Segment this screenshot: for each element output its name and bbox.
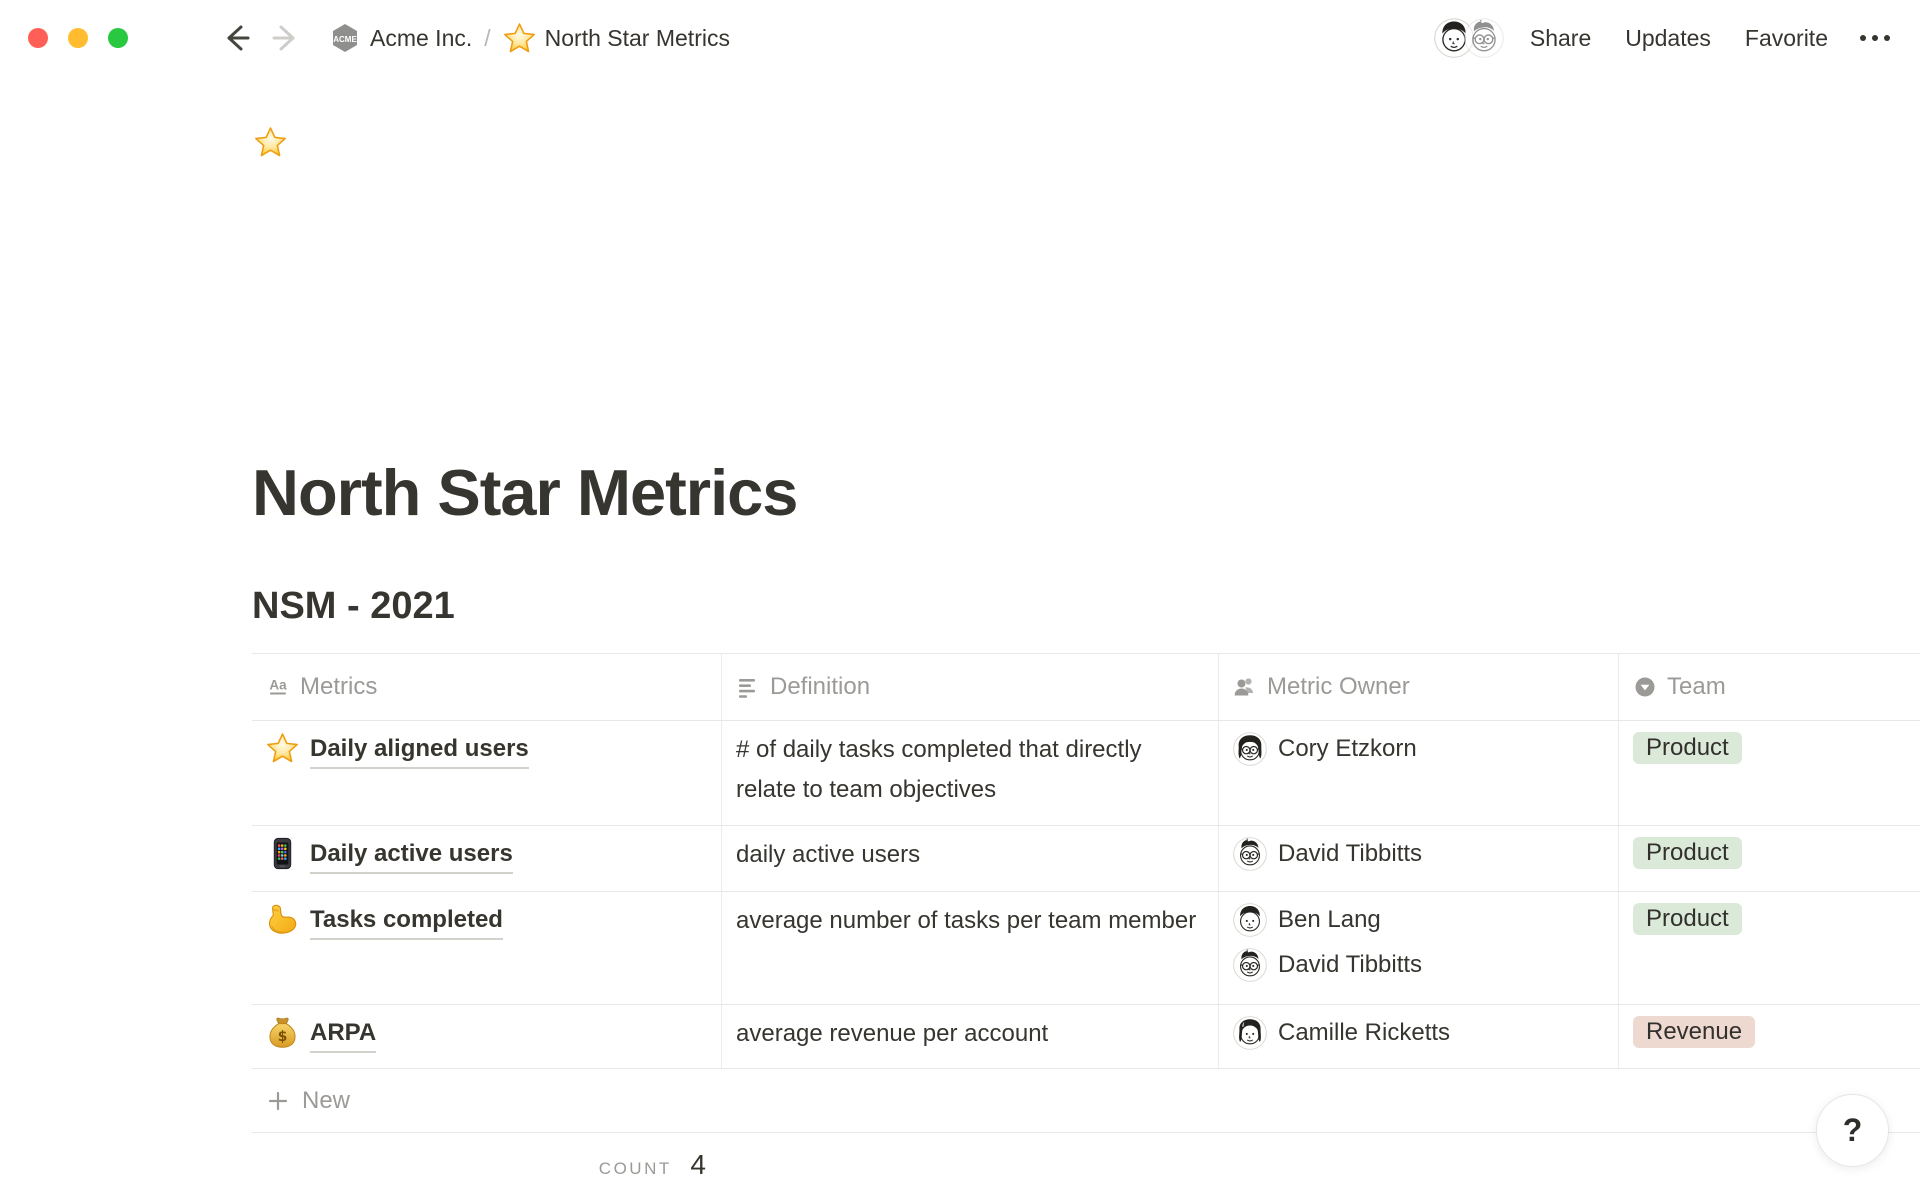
help-button[interactable]: ?: [1816, 1094, 1889, 1167]
svg-text:$: $: [278, 1029, 288, 1045]
definition-cell[interactable]: average revenue per account: [722, 1005, 1219, 1068]
window-topbar: ACME Acme Inc. / North Star Metrics: [0, 0, 1920, 76]
breadcrumb-separator: /: [484, 25, 490, 52]
owner-avatar: [1233, 732, 1267, 766]
owner-avatar: [1233, 903, 1267, 937]
minimize-window-button[interactable]: [68, 28, 88, 48]
owner-chip[interactable]: Camille Ricketts: [1233, 1016, 1604, 1050]
column-header-metrics[interactable]: Aa Metrics: [252, 654, 722, 720]
svg-text:ACME: ACME: [333, 35, 357, 44]
new-row-label: New: [302, 1087, 350, 1115]
definition-cell[interactable]: # of daily tasks completed that directly…: [722, 721, 1219, 825]
owner-chip[interactable]: Ben Lang: [1233, 903, 1604, 937]
metrics-table: Aa Metrics Definition Metric Owner Team …: [252, 653, 1920, 1181]
metric-cell: Daily aligned users: [252, 721, 722, 825]
team-tag[interactable]: Product: [1633, 837, 1742, 869]
team-cell: Revenue: [1619, 1005, 1920, 1068]
breadcrumb-page[interactable]: North Star Metrics: [545, 25, 730, 52]
count-value: 4: [690, 1149, 706, 1180]
team-tag[interactable]: Product: [1633, 903, 1742, 935]
owner-name: David Tibbitts: [1278, 840, 1422, 868]
metric-page-link[interactable]: Daily active users: [310, 837, 513, 874]
owner-avatar: [1233, 1016, 1267, 1050]
table-row: Daily active users daily active users Da…: [252, 826, 1920, 892]
owner-avatar: [1233, 948, 1267, 982]
owner-cell: David Tibbitts: [1219, 826, 1619, 891]
flexed-biceps-emoji: [266, 903, 299, 936]
close-window-button[interactable]: [28, 28, 48, 48]
person-property-icon: [1233, 675, 1257, 699]
metric-page-link[interactable]: Tasks completed: [310, 903, 503, 940]
title-property-icon: Aa: [266, 675, 290, 699]
definition-cell[interactable]: daily active users: [722, 826, 1219, 891]
team-tag[interactable]: Revenue: [1633, 1016, 1755, 1048]
share-button[interactable]: Share: [1530, 25, 1591, 52]
column-header-metric-owner[interactable]: Metric Owner: [1219, 654, 1619, 720]
page-star-icon: [503, 22, 536, 55]
section-heading[interactable]: NSM - 2021: [252, 585, 455, 628]
column-label: Team: [1667, 673, 1726, 701]
owner-cell: Camille Ricketts: [1219, 1005, 1619, 1068]
collaborator-avatars: [1434, 18, 1504, 58]
owner-avatar: [1233, 837, 1267, 871]
back-arrow-icon[interactable]: [220, 21, 254, 55]
more-options-icon[interactable]: [1860, 35, 1890, 41]
forward-arrow-icon[interactable]: [268, 21, 302, 55]
column-header-definition[interactable]: Definition: [722, 654, 1219, 720]
count-label: COUNT: [599, 1159, 672, 1178]
owner-chip[interactable]: David Tibbitts: [1233, 837, 1604, 871]
updates-button[interactable]: Updates: [1625, 25, 1711, 52]
definition-cell[interactable]: average number of tasks per team member: [722, 892, 1219, 1004]
team-tag[interactable]: Product: [1633, 732, 1742, 764]
table-row: $ ARPA average revenue per account Camil…: [252, 1005, 1920, 1069]
owner-chip[interactable]: Cory Etzkorn: [1233, 732, 1604, 766]
column-label: Definition: [770, 673, 870, 701]
money-bag-emoji: $: [266, 1016, 299, 1049]
table-row: Tasks completed average number of tasks …: [252, 892, 1920, 1005]
table-row: Daily aligned users # of daily tasks com…: [252, 721, 1920, 826]
acme-logo-icon: ACME: [330, 23, 360, 53]
text-property-icon: [736, 675, 760, 699]
collaborator-avatar-2[interactable]: [1464, 18, 1504, 58]
column-header-team[interactable]: Team: [1619, 654, 1920, 720]
metric-cell: Tasks completed: [252, 892, 722, 1004]
owner-name: Cory Etzkorn: [1278, 735, 1417, 763]
metric-cell: Daily active users: [252, 826, 722, 891]
owner-cell: Ben Lang David Tibbitts: [1219, 892, 1619, 1004]
metric-cell: $ ARPA: [252, 1005, 722, 1068]
favorite-button[interactable]: Favorite: [1745, 25, 1828, 52]
owner-name: Ben Lang: [1278, 906, 1381, 934]
zoom-window-button[interactable]: [108, 28, 128, 48]
owner-name: Camille Ricketts: [1278, 1019, 1450, 1047]
owner-cell: Cory Etzkorn: [1219, 721, 1619, 825]
star-emoji: [266, 732, 299, 765]
metric-page-link[interactable]: ARPA: [310, 1016, 376, 1053]
breadcrumb-workspace[interactable]: Acme Inc.: [370, 25, 472, 52]
column-label: Metric Owner: [1267, 673, 1410, 701]
owner-name: David Tibbitts: [1278, 951, 1422, 979]
metric-page-link[interactable]: Daily aligned users: [310, 732, 529, 769]
page-title[interactable]: North Star Metrics: [252, 455, 797, 530]
column-label: Metrics: [300, 673, 377, 701]
svg-text:Aa: Aa: [269, 678, 287, 693]
new-row-button[interactable]: New: [252, 1069, 1920, 1133]
team-cell: Product: [1619, 826, 1920, 891]
select-property-icon: [1633, 675, 1657, 699]
team-cell: Product: [1619, 721, 1920, 825]
count-footer[interactable]: COUNT 4: [252, 1133, 722, 1181]
table-header-row: Aa Metrics Definition Metric Owner Team: [252, 653, 1920, 721]
owner-chip[interactable]: David Tibbitts: [1233, 948, 1604, 982]
plus-icon: [266, 1089, 290, 1113]
page-icon-star[interactable]: [254, 126, 287, 159]
mobile-phone-emoji: [266, 837, 299, 870]
breadcrumb: ACME Acme Inc. / North Star Metrics: [330, 22, 730, 55]
team-cell: Product: [1619, 892, 1920, 1004]
traffic-lights: [28, 28, 128, 48]
sidebar-menu-icon[interactable]: [156, 26, 190, 51]
